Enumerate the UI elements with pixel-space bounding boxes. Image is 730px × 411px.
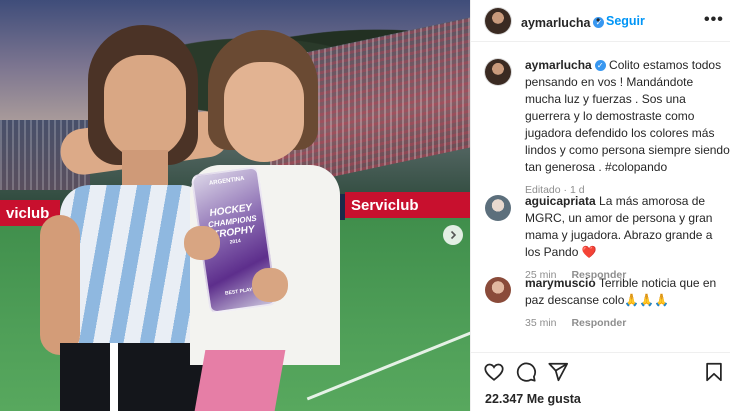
ad-board-serviclub: Serviclub [345,192,470,218]
caption-entry: aymarlucha ✓ Colito estamos todos pensand… [485,57,730,197]
separator-dot: • [596,13,601,27]
player-left [40,25,215,411]
likes-count[interactable]: 22.347 Me gusta [485,392,581,406]
player-face [104,55,186,159]
comment-item: marymuscio Terrible noticia que en paz d… [485,275,725,343]
player-shorts [60,343,210,411]
caption-avatar[interactable] [485,59,511,85]
bookmark-icon[interactable] [703,361,725,383]
caption-username[interactable]: aymarlucha [525,58,592,72]
next-photo-button[interactable] [443,225,463,245]
comment-username[interactable]: marymuscio [525,276,596,290]
pink-jacket [194,350,286,411]
player-arm [40,215,80,355]
comment-username[interactable]: aguicapriata [525,194,596,208]
caption-text: Colito estamos todos pensando en vos ! M… [525,58,730,174]
comment-time: 35 min [525,317,557,329]
reply-button[interactable]: Responder [571,317,626,329]
caption-text-block: aymarlucha ✓ Colito estamos todos pensand… [525,57,730,199]
action-bar [471,352,730,388]
chevron-right-icon [450,230,457,240]
argentina-jersey [60,185,210,350]
post-header: aymarlucha ✓ • Seguir ••• [471,0,730,42]
shorts-stripe [110,343,118,411]
comment-text-block: aguicapriata La más amorosa de MGRC, un … [525,193,730,284]
comments-list[interactable]: aymarlucha ✓ Colito estamos todos pensand… [471,43,730,343]
author-avatar[interactable] [485,8,511,34]
more-options-icon[interactable]: ••• [704,11,724,29]
comment-meta: 35 min Responder [525,315,730,332]
heart-emoji: ❤️ [581,245,597,259]
hand-left [184,226,220,260]
prayer-emoji: 🙏🙏🙏 [624,293,670,307]
comment-text-block: marymuscio Terrible noticia que en paz d… [525,275,730,332]
comment-item: aguicapriata La más amorosa de MGRC, un … [485,193,725,281]
comment-icon[interactable] [515,361,537,383]
commenter-avatar[interactable] [485,277,511,303]
share-icon[interactable] [547,361,569,383]
verified-badge-icon: ✓ [594,60,606,72]
commenter-avatar[interactable] [485,195,511,221]
author-username[interactable]: aymarlucha [521,16,590,30]
post-side-panel: aymarlucha ✓ • Seguir ••• aymarlucha ✓ Col… [470,0,730,411]
hand-right [252,268,288,302]
trophy-line-1: ARGENTINA [208,175,245,187]
heart-icon[interactable] [483,361,505,383]
person-face [224,62,304,162]
follow-button[interactable]: Seguir [606,14,645,28]
post-photo[interactable]: viclub Serviclub ARGENTINA HOCKEY CHAMPI… [0,0,470,411]
author-name-row: aymarlucha ✓ [521,14,605,32]
